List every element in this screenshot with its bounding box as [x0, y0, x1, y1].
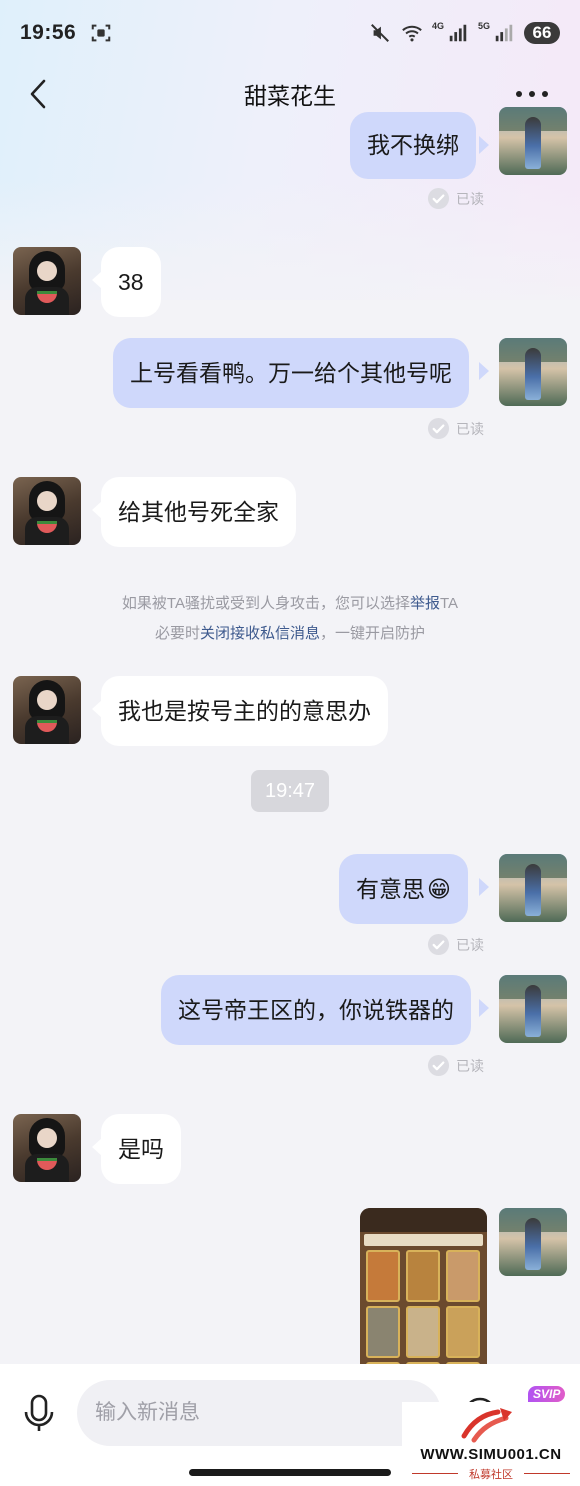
message-text: 这号帝王区的，你说铁器的: [178, 997, 454, 1023]
message-bubble-sent[interactable]: 上号看看鸭。万一给个其他号呢: [113, 338, 469, 408]
read-label: 已读: [456, 1057, 484, 1074]
message-input[interactable]: [77, 1380, 441, 1446]
watermark-divider: [524, 1473, 570, 1474]
home-indicator[interactable]: [189, 1469, 391, 1476]
status-bar: 19:56 4G 5G 66: [0, 0, 580, 66]
read-check-icon: [427, 933, 450, 956]
wifi-icon: [402, 25, 422, 42]
contact-avatar[interactable]: [13, 247, 81, 315]
my-avatar[interactable]: [499, 854, 567, 922]
mute-icon: [371, 24, 389, 42]
status-icons: 4G 5G 66: [368, 21, 560, 44]
safety-notice-line-2: 必要时关闭接收私信消息，一键开启防护: [154, 625, 426, 642]
message-text: 给其他号死全家: [118, 499, 279, 525]
microphone-icon[interactable]: [22, 1394, 56, 1434]
message-bubble-sent[interactable]: 这号帝王区的，你说铁器的: [161, 975, 471, 1045]
disable-messages-link[interactable]: 关闭接收私信消息: [200, 625, 320, 642]
signal-icon: [449, 24, 467, 42]
read-receipt: 已读: [427, 1054, 484, 1077]
safety-notice-line-1: 如果被TA骚扰或受到人身攻击，您可以选择举报TA: [121, 595, 459, 612]
message-text: 我也是按号主的的意思办: [118, 698, 371, 724]
read-receipt: 已读: [427, 417, 484, 440]
read-label: 已读: [456, 936, 484, 953]
bubble-tail: [479, 878, 489, 896]
my-avatar[interactable]: [499, 338, 567, 406]
contact-avatar[interactable]: [13, 477, 81, 545]
chat-header: 甜菜花生: [0, 66, 580, 122]
message-text: 我不换绑: [367, 132, 459, 158]
message-bubble-received[interactable]: 是吗: [101, 1114, 181, 1184]
network-5g-label: 5G: [477, 21, 490, 31]
watermark-logo-icon: [461, 1408, 512, 1443]
my-avatar[interactable]: [499, 1208, 567, 1276]
more-options-icon[interactable]: [514, 84, 550, 104]
message-list[interactable]: 我不换绑 已读 38 上号看看鸭。万一给个其他号呢 已读 给其他号死全家 如果被…: [0, 0, 580, 1364]
chat-title: 甜菜花生: [244, 83, 336, 109]
read-check-icon: [427, 417, 450, 440]
message-text: 上号看看鸭。万一给个其他号呢: [130, 360, 452, 386]
battery-indicator: 66: [524, 22, 560, 44]
watermark-subtitle: 私募社区: [469, 1469, 513, 1481]
back-arrow-icon[interactable]: [26, 78, 50, 110]
message-bubble-received[interactable]: 给其他号死全家: [101, 477, 296, 547]
bubble-tail: [479, 999, 489, 1017]
read-check-icon: [427, 1054, 450, 1077]
read-label: 已读: [456, 190, 484, 207]
message-bubble-sent[interactable]: 有意思😁: [339, 854, 468, 924]
image-message[interactable]: [360, 1208, 487, 1364]
watermark-url: WWW.SIMU001.CN: [420, 1446, 562, 1463]
contact-avatar[interactable]: [13, 1114, 81, 1182]
message-text: 有意思: [356, 876, 425, 902]
grin-emoji: 😁: [427, 876, 451, 902]
screen-capture-icon: [91, 24, 111, 42]
read-label: 已读: [456, 420, 484, 437]
message-bubble-sent[interactable]: 我不换绑: [350, 112, 476, 179]
message-bubble-received[interactable]: 38: [101, 247, 161, 317]
report-link[interactable]: 举报: [410, 595, 440, 612]
svip-badge: SVIP: [528, 1386, 566, 1402]
read-receipt: 已读: [427, 933, 484, 956]
message-text: 是吗: [118, 1136, 164, 1162]
signal-icon: [495, 24, 513, 42]
message-bubble-received[interactable]: 我也是按号主的的意思办: [101, 676, 388, 746]
read-check-icon: [427, 187, 450, 210]
site-watermark: WWW.SIMU001.CN 私募社区: [402, 1402, 580, 1486]
timestamp-chip: 19:47: [251, 770, 329, 812]
message-text: 38: [118, 269, 144, 295]
my-avatar[interactable]: [499, 975, 567, 1043]
read-receipt: 已读: [427, 187, 484, 210]
safety-notice: 如果被TA骚扰或受到人身攻击，您可以选择举报TA 必要时关闭接收私信消息，一键开…: [0, 589, 580, 649]
status-time: 19:56: [20, 21, 77, 44]
bubble-tail: [479, 362, 489, 380]
contact-avatar[interactable]: [13, 676, 81, 744]
bubble-tail: [479, 136, 489, 154]
network-4g-label: 4G: [431, 21, 444, 31]
